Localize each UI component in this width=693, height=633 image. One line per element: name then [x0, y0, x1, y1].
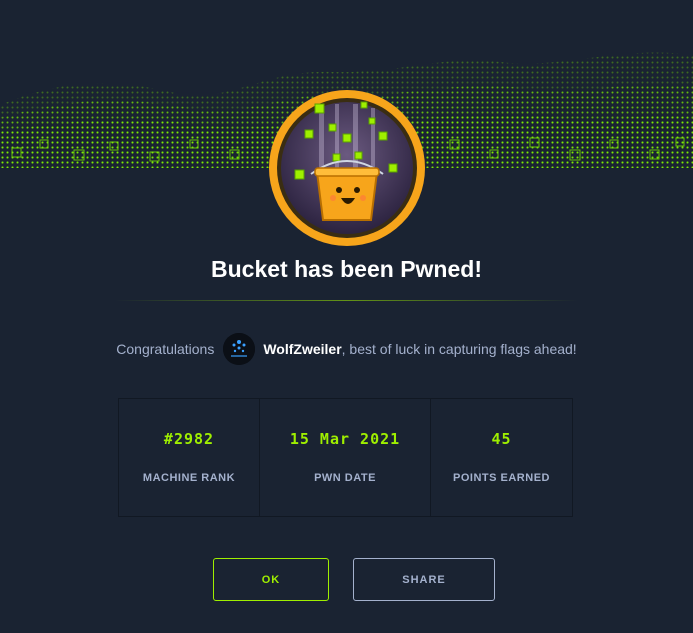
stat-pwn-date: 15 Mar 2021 PWN DATE [260, 399, 431, 516]
stat-points-earned: 45 POINTS EARNED [431, 399, 572, 516]
username-link[interactable]: WolfZweiler [263, 341, 341, 357]
machine-rank-value: #2982 [163, 430, 215, 448]
points-earned-label: POINTS EARNED [453, 472, 550, 484]
ok-button[interactable]: OK [213, 558, 329, 601]
stat-machine-rank: #2982 MACHINE RANK [119, 399, 260, 516]
pwn-date-value: 15 Mar 2021 [289, 430, 401, 448]
bucket-badge-icon [269, 90, 425, 246]
title-divider [115, 300, 578, 301]
machine-rank-label: MACHINE RANK [142, 472, 236, 484]
congrats-message: Congratulations WolfZweiler , best of lu… [0, 333, 693, 365]
congrats-suffix: , best of luck in capturing flags ahead! [341, 341, 577, 357]
share-button[interactable]: SHARE [353, 558, 495, 601]
machine-badge [267, 88, 427, 248]
page-title: Bucket has been Pwned! [211, 256, 482, 282]
pwn-date-label: PWN DATE [314, 472, 376, 484]
stats-panel: #2982 MACHINE RANK 15 Mar 2021 PWN DATE … [118, 398, 573, 517]
points-earned-value: 45 [491, 430, 512, 448]
pwned-modal: Bucket has been Pwned! Congratulations W… [0, 0, 693, 633]
congrats-prefix: Congratulations [116, 341, 215, 357]
avatar[interactable] [223, 333, 256, 365]
user-avatar-icon [223, 333, 256, 365]
